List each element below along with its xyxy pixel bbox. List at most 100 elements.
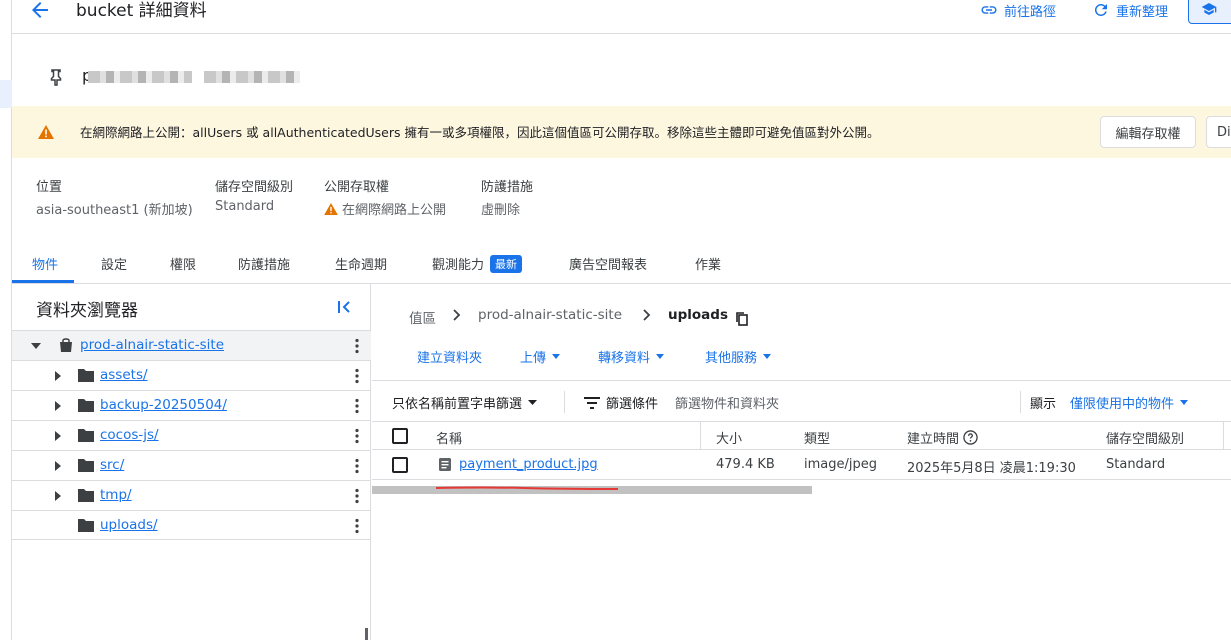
folder-label[interactable]: assets/ [100, 367, 148, 383]
folder-tree-root[interactable]: prod-alnair-static-site [12, 330, 371, 360]
folder-tree-item[interactable]: backup-20250504/ [12, 390, 371, 420]
column-divider[interactable] [1223, 422, 1224, 450]
more-vert-icon[interactable] [354, 398, 360, 414]
tab-protection[interactable]: 防護措施 [238, 254, 290, 273]
filter-input[interactable]: 篩選物件和資料夾 [675, 393, 779, 412]
dropdown-arrow-icon [1180, 400, 1189, 405]
warning-icon [38, 124, 54, 139]
table-row[interactable]: payment_product.jpg 479.4 KB image/jpeg … [372, 450, 1231, 480]
tab-bar: 物件 設定 權限 防護措施 生命週期 觀測能力 最新 廣告空間報表 作業 [12, 250, 1231, 284]
file-type: image/jpeg [804, 457, 877, 472]
public-access-value: 在網際網路上公開 [324, 199, 446, 218]
folder-icon [78, 519, 94, 532]
left-nav-gutter [0, 0, 12, 640]
filter-button[interactable]: 篩選條件 [584, 393, 658, 412]
red-underline-annotation [435, 486, 619, 490]
column-size[interactable]: 大小 [716, 428, 742, 447]
chevron-right-icon [453, 309, 461, 321]
chevron-right-icon[interactable] [52, 460, 64, 472]
vertical-scrollbar[interactable] [365, 628, 368, 640]
tab-operations[interactable]: 作業 [695, 254, 721, 273]
tab-objects[interactable]: 物件 [32, 254, 58, 273]
more-vert-icon[interactable] [354, 428, 360, 444]
folder-icon [78, 399, 94, 412]
bucket-name-redacted: p [82, 66, 302, 86]
tab-inventory-reports[interactable]: 廣告空間報表 [569, 254, 647, 273]
transfer-data-button[interactable]: 轉移資料 [598, 347, 665, 366]
back-arrow-icon[interactable] [28, 0, 52, 22]
chevron-down-icon[interactable] [30, 340, 42, 352]
dropdown-arrow-icon [552, 354, 561, 359]
tab-lifecycle[interactable]: 生命週期 [335, 254, 387, 273]
file-size: 479.4 KB [716, 457, 775, 472]
more-vert-icon[interactable] [354, 518, 360, 534]
chevron-right-icon[interactable] [52, 430, 64, 442]
new-badge: 最新 [490, 254, 523, 273]
file-name-link[interactable]: payment_product.jpg [459, 457, 598, 472]
chevron-right-icon [643, 309, 651, 321]
more-vert-icon[interactable] [354, 338, 360, 354]
tab-configuration[interactable]: 設定 [101, 254, 127, 273]
column-storage-class[interactable]: 儲存空間級別 [1106, 428, 1184, 447]
create-folder-button[interactable]: 建立資料夾 [417, 347, 482, 366]
folder-browser-title: 資料夾瀏覽器 [36, 301, 138, 321]
folder-tree-item[interactable]: cocos-js/ [12, 420, 371, 450]
copy-icon[interactable] [735, 311, 749, 327]
school-icon [1201, 3, 1217, 15]
redaction-blur [204, 71, 300, 83]
nav-selection-marker [0, 80, 12, 108]
folder-label[interactable]: cocos-js/ [100, 427, 159, 443]
dismiss-button-partial[interactable]: Di [1206, 116, 1231, 148]
more-vert-icon[interactable] [354, 458, 360, 474]
folder-label[interactable]: backup-20250504/ [100, 397, 227, 413]
root-bucket-label[interactable]: prod-alnair-static-site [80, 337, 224, 353]
folder-label[interactable]: uploads/ [100, 517, 158, 533]
chevron-right-icon[interactable] [52, 490, 64, 502]
filter-list-icon [584, 396, 600, 409]
chevron-right-icon[interactable] [52, 370, 64, 382]
page-title: bucket 詳細資料 [76, 1, 207, 21]
column-divider[interactable] [700, 422, 701, 450]
edit-access-button[interactable]: 編輯存取權 [1100, 116, 1196, 148]
help-icon[interactable] [963, 430, 978, 445]
more-vert-icon[interactable] [354, 368, 360, 384]
folder-label[interactable]: tmp/ [100, 487, 132, 503]
go-to-path-label: 前往路徑 [1004, 4, 1057, 20]
learn-button-partial[interactable] [1188, 0, 1231, 24]
tab-permissions[interactable]: 權限 [170, 254, 196, 273]
column-created[interactable]: 建立時間 [907, 428, 978, 447]
show-dropdown[interactable]: 僅限使用中的物件 [1070, 393, 1189, 412]
storage-class-value: Standard [215, 199, 275, 214]
other-services-button[interactable]: 其他服務 [705, 347, 772, 366]
select-all-checkbox[interactable] [392, 428, 408, 444]
go-to-path-link[interactable]: 前往路徑 [980, 0, 1056, 20]
tab-observability[interactable]: 觀測能力 最新 [432, 254, 523, 273]
breadcrumb-buckets[interactable]: 值區 [409, 307, 436, 327]
folder-browser: 資料夾瀏覽器 prod-alnair-static-site assets/ b… [12, 284, 371, 640]
more-vert-icon[interactable] [354, 488, 360, 504]
folder-tree-item[interactable]: assets/ [12, 360, 371, 390]
column-type[interactable]: 類型 [804, 428, 830, 447]
upload-button[interactable]: 上傳 [520, 347, 561, 366]
active-tab-indicator [12, 280, 74, 283]
breadcrumb-bucket[interactable]: prod-alnair-static-site [478, 307, 622, 323]
folder-label[interactable]: src/ [100, 457, 124, 473]
row-checkbox[interactable] [392, 457, 408, 473]
public-access-label: 公開存取權 [324, 180, 390, 195]
objects-table-header: 名稱 大小 類型 建立時間 儲存空間級別 [372, 422, 1231, 450]
redaction-blur [88, 71, 192, 83]
prefix-filter-dropdown[interactable]: 只依名稱前置字串篩選 [392, 393, 538, 412]
file-icon [439, 458, 451, 471]
dropdown-arrow-icon [763, 354, 772, 359]
pin-icon[interactable] [48, 68, 64, 86]
dropdown-arrow-icon [656, 354, 665, 359]
refresh-button[interactable]: 重新整理 [1092, 0, 1168, 20]
collapse-panel-icon[interactable] [336, 298, 354, 316]
folder-tree-item[interactable]: uploads/ [12, 510, 371, 540]
refresh-icon [1094, 3, 1107, 16]
chevron-right-icon[interactable] [52, 400, 64, 412]
folder-tree-item[interactable]: tmp/ [12, 480, 371, 510]
tab-observability-label: 觀測能力 [432, 258, 485, 273]
column-name[interactable]: 名稱 [436, 428, 462, 447]
folder-tree-item[interactable]: src/ [12, 450, 371, 480]
